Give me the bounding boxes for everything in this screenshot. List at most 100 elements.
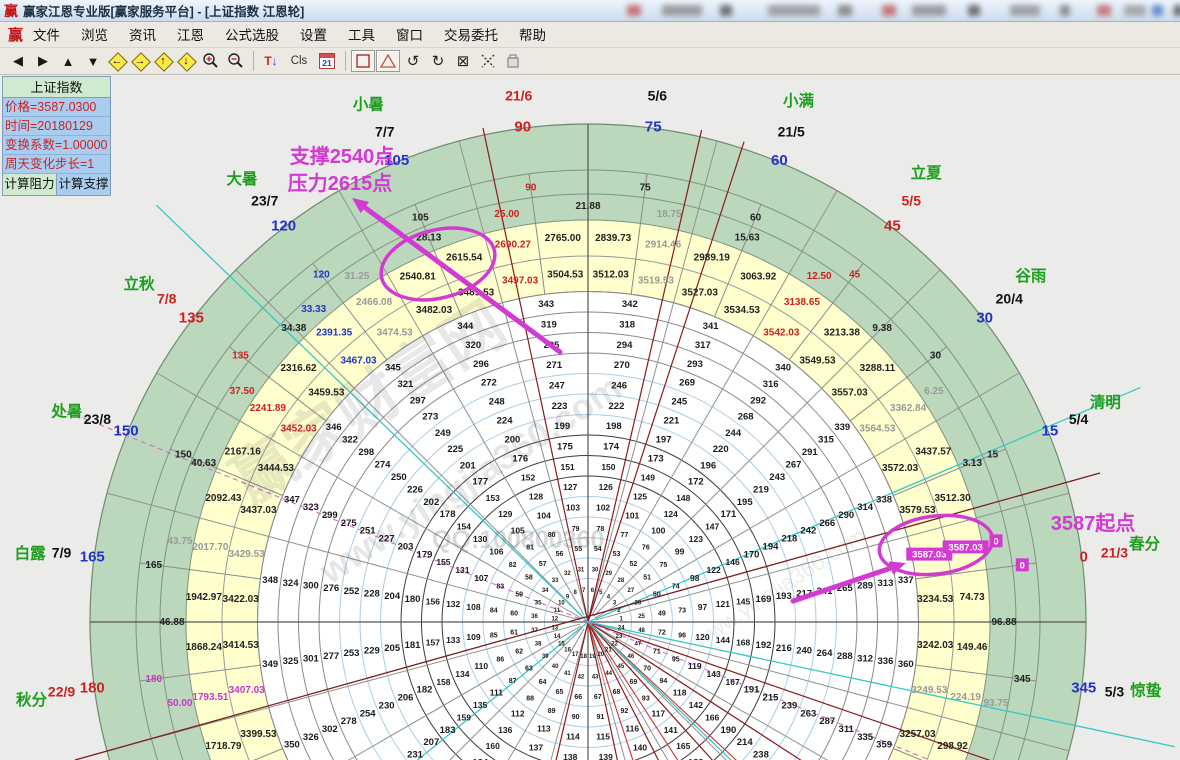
- svg-text:62: 62: [515, 649, 523, 656]
- svg-text:311: 311: [839, 724, 855, 735]
- step-right-button[interactable]: →: [129, 50, 151, 72]
- svg-text:29: 29: [605, 571, 612, 577]
- svg-text:317: 317: [695, 340, 711, 351]
- svg-text:3.13: 3.13: [963, 458, 983, 469]
- svg-text:83: 83: [496, 584, 504, 591]
- menu-item-0[interactable]: 文件: [33, 28, 60, 43]
- svg-text:61: 61: [510, 630, 518, 637]
- svg-text:228: 228: [364, 589, 380, 600]
- calc-support-button[interactable]: 计算支撑: [57, 174, 110, 195]
- svg-text:129: 129: [498, 509, 512, 519]
- svg-text:140: 140: [633, 743, 647, 753]
- calendar-button[interactable]: 21: [315, 50, 339, 72]
- zoom-in-icon: [201, 52, 219, 70]
- zoom-out-button[interactable]: [223, 50, 247, 72]
- svg-text:60: 60: [750, 212, 762, 223]
- svg-text:216: 216: [776, 643, 792, 654]
- svg-text:3504.53: 3504.53: [547, 270, 584, 281]
- svg-text:152: 152: [521, 472, 535, 482]
- zoom-in-button[interactable]: [198, 50, 222, 72]
- svg-text:21.88: 21.88: [575, 201, 600, 212]
- svg-text:135: 135: [179, 310, 204, 327]
- svg-text:3407.03: 3407.03: [229, 685, 266, 696]
- svg-text:296: 296: [473, 359, 489, 370]
- svg-text:63: 63: [525, 665, 533, 672]
- svg-text:小暑: 小暑: [353, 95, 384, 114]
- svg-text:7/9: 7/9: [52, 545, 72, 561]
- menu-item-4[interactable]: 公式选股: [225, 28, 279, 43]
- svg-text:115: 115: [596, 732, 610, 742]
- gann-wheel-svg[interactable]: 赢家财富网www.yingjia360.comQQ:100800360www.y…: [0, 0, 1180, 760]
- svg-text:9.38: 9.38: [872, 323, 892, 334]
- svg-text:196: 196: [700, 460, 716, 471]
- svg-text:72: 72: [658, 630, 666, 637]
- svg-text:7/8: 7/8: [157, 291, 177, 307]
- svg-text:15.63: 15.63: [735, 233, 760, 244]
- svg-text:181: 181: [405, 640, 422, 651]
- svg-text:3527.03: 3527.03: [682, 287, 719, 298]
- move-tool-button[interactable]: [476, 50, 500, 72]
- svg-text:154: 154: [457, 522, 471, 532]
- menu-item-2[interactable]: 资讯: [129, 28, 156, 43]
- svg-text:183: 183: [440, 725, 456, 736]
- svg-text:182: 182: [417, 685, 433, 696]
- svg-text:107: 107: [474, 573, 488, 583]
- rotate-cw-button[interactable]: ↻: [426, 50, 450, 72]
- eraser-tool-button[interactable]: [501, 50, 525, 72]
- menu-item-6[interactable]: 工具: [348, 28, 375, 43]
- step-left-button[interactable]: ←: [106, 50, 128, 72]
- menu-item-3[interactable]: 江恩: [177, 28, 204, 43]
- calc-resistance-button[interactable]: 计算阻力: [3, 174, 57, 195]
- svg-text:6.25: 6.25: [924, 386, 944, 397]
- svg-text:165: 165: [80, 549, 105, 566]
- svg-text:126: 126: [599, 482, 613, 492]
- delete-box-button[interactable]: ⊠: [451, 50, 475, 72]
- svg-text:23/7: 23/7: [251, 193, 278, 209]
- svg-text:5/6: 5/6: [648, 88, 668, 104]
- svg-text:316: 316: [763, 379, 779, 390]
- rotate-ccw-button[interactable]: ↺: [401, 50, 425, 72]
- svg-text:3572.03: 3572.03: [882, 463, 919, 474]
- rect-tool-button[interactable]: [351, 50, 375, 72]
- svg-text:春分: 春分: [1128, 534, 1161, 553]
- cls-button[interactable]: Cls: [284, 50, 314, 72]
- nav-left-button[interactable]: ◀: [6, 50, 30, 72]
- step-up-button[interactable]: ↑: [152, 50, 174, 72]
- svg-text:2391.35: 2391.35: [316, 328, 353, 339]
- menu-item-7[interactable]: 窗口: [396, 28, 423, 43]
- menu-item-5[interactable]: 设置: [300, 28, 327, 43]
- svg-text:90: 90: [572, 714, 580, 721]
- svg-text:197: 197: [656, 435, 672, 446]
- svg-text:224.19: 224.19: [950, 692, 981, 703]
- svg-text:71: 71: [653, 649, 661, 656]
- menu-item-1[interactable]: 浏览: [81, 28, 108, 43]
- time-axis-button[interactable]: T↓: [259, 50, 283, 72]
- svg-text:75: 75: [640, 183, 652, 194]
- svg-text:100: 100: [651, 525, 665, 535]
- svg-text:26: 26: [635, 600, 642, 606]
- svg-text:33: 33: [552, 578, 559, 584]
- svg-text:86: 86: [496, 656, 504, 663]
- svg-text:2765.00: 2765.00: [545, 233, 582, 244]
- nav-up-button[interactable]: ▲: [56, 50, 80, 72]
- step-down-button[interactable]: ↓: [175, 50, 197, 72]
- svg-text:339: 339: [834, 422, 850, 433]
- svg-text:84: 84: [490, 608, 498, 615]
- svg-text:65: 65: [556, 689, 564, 696]
- svg-text:谷雨: 谷雨: [1015, 267, 1046, 285]
- menu-item-9[interactable]: 帮助: [519, 28, 546, 43]
- svg-text:1868.24: 1868.24: [186, 642, 223, 653]
- svg-text:147: 147: [705, 522, 719, 532]
- svg-text:298: 298: [358, 447, 374, 458]
- svg-text:3512.30: 3512.30: [934, 493, 971, 504]
- triangle-tool-button[interactable]: [376, 50, 400, 72]
- nav-right-button[interactable]: ▶: [31, 50, 55, 72]
- nav-down-button[interactable]: ▼: [81, 50, 105, 72]
- svg-text:75: 75: [659, 562, 667, 569]
- svg-text:22: 22: [611, 641, 618, 647]
- menu-item-8[interactable]: 交易委托: [444, 28, 498, 43]
- svg-text:145: 145: [736, 597, 750, 607]
- svg-text:48: 48: [638, 628, 645, 634]
- svg-text:321: 321: [397, 379, 414, 390]
- gann-wheel-chart[interactable]: 赢家财富网www.yingjia360.comQQ:100800360www.y…: [0, 0, 1180, 760]
